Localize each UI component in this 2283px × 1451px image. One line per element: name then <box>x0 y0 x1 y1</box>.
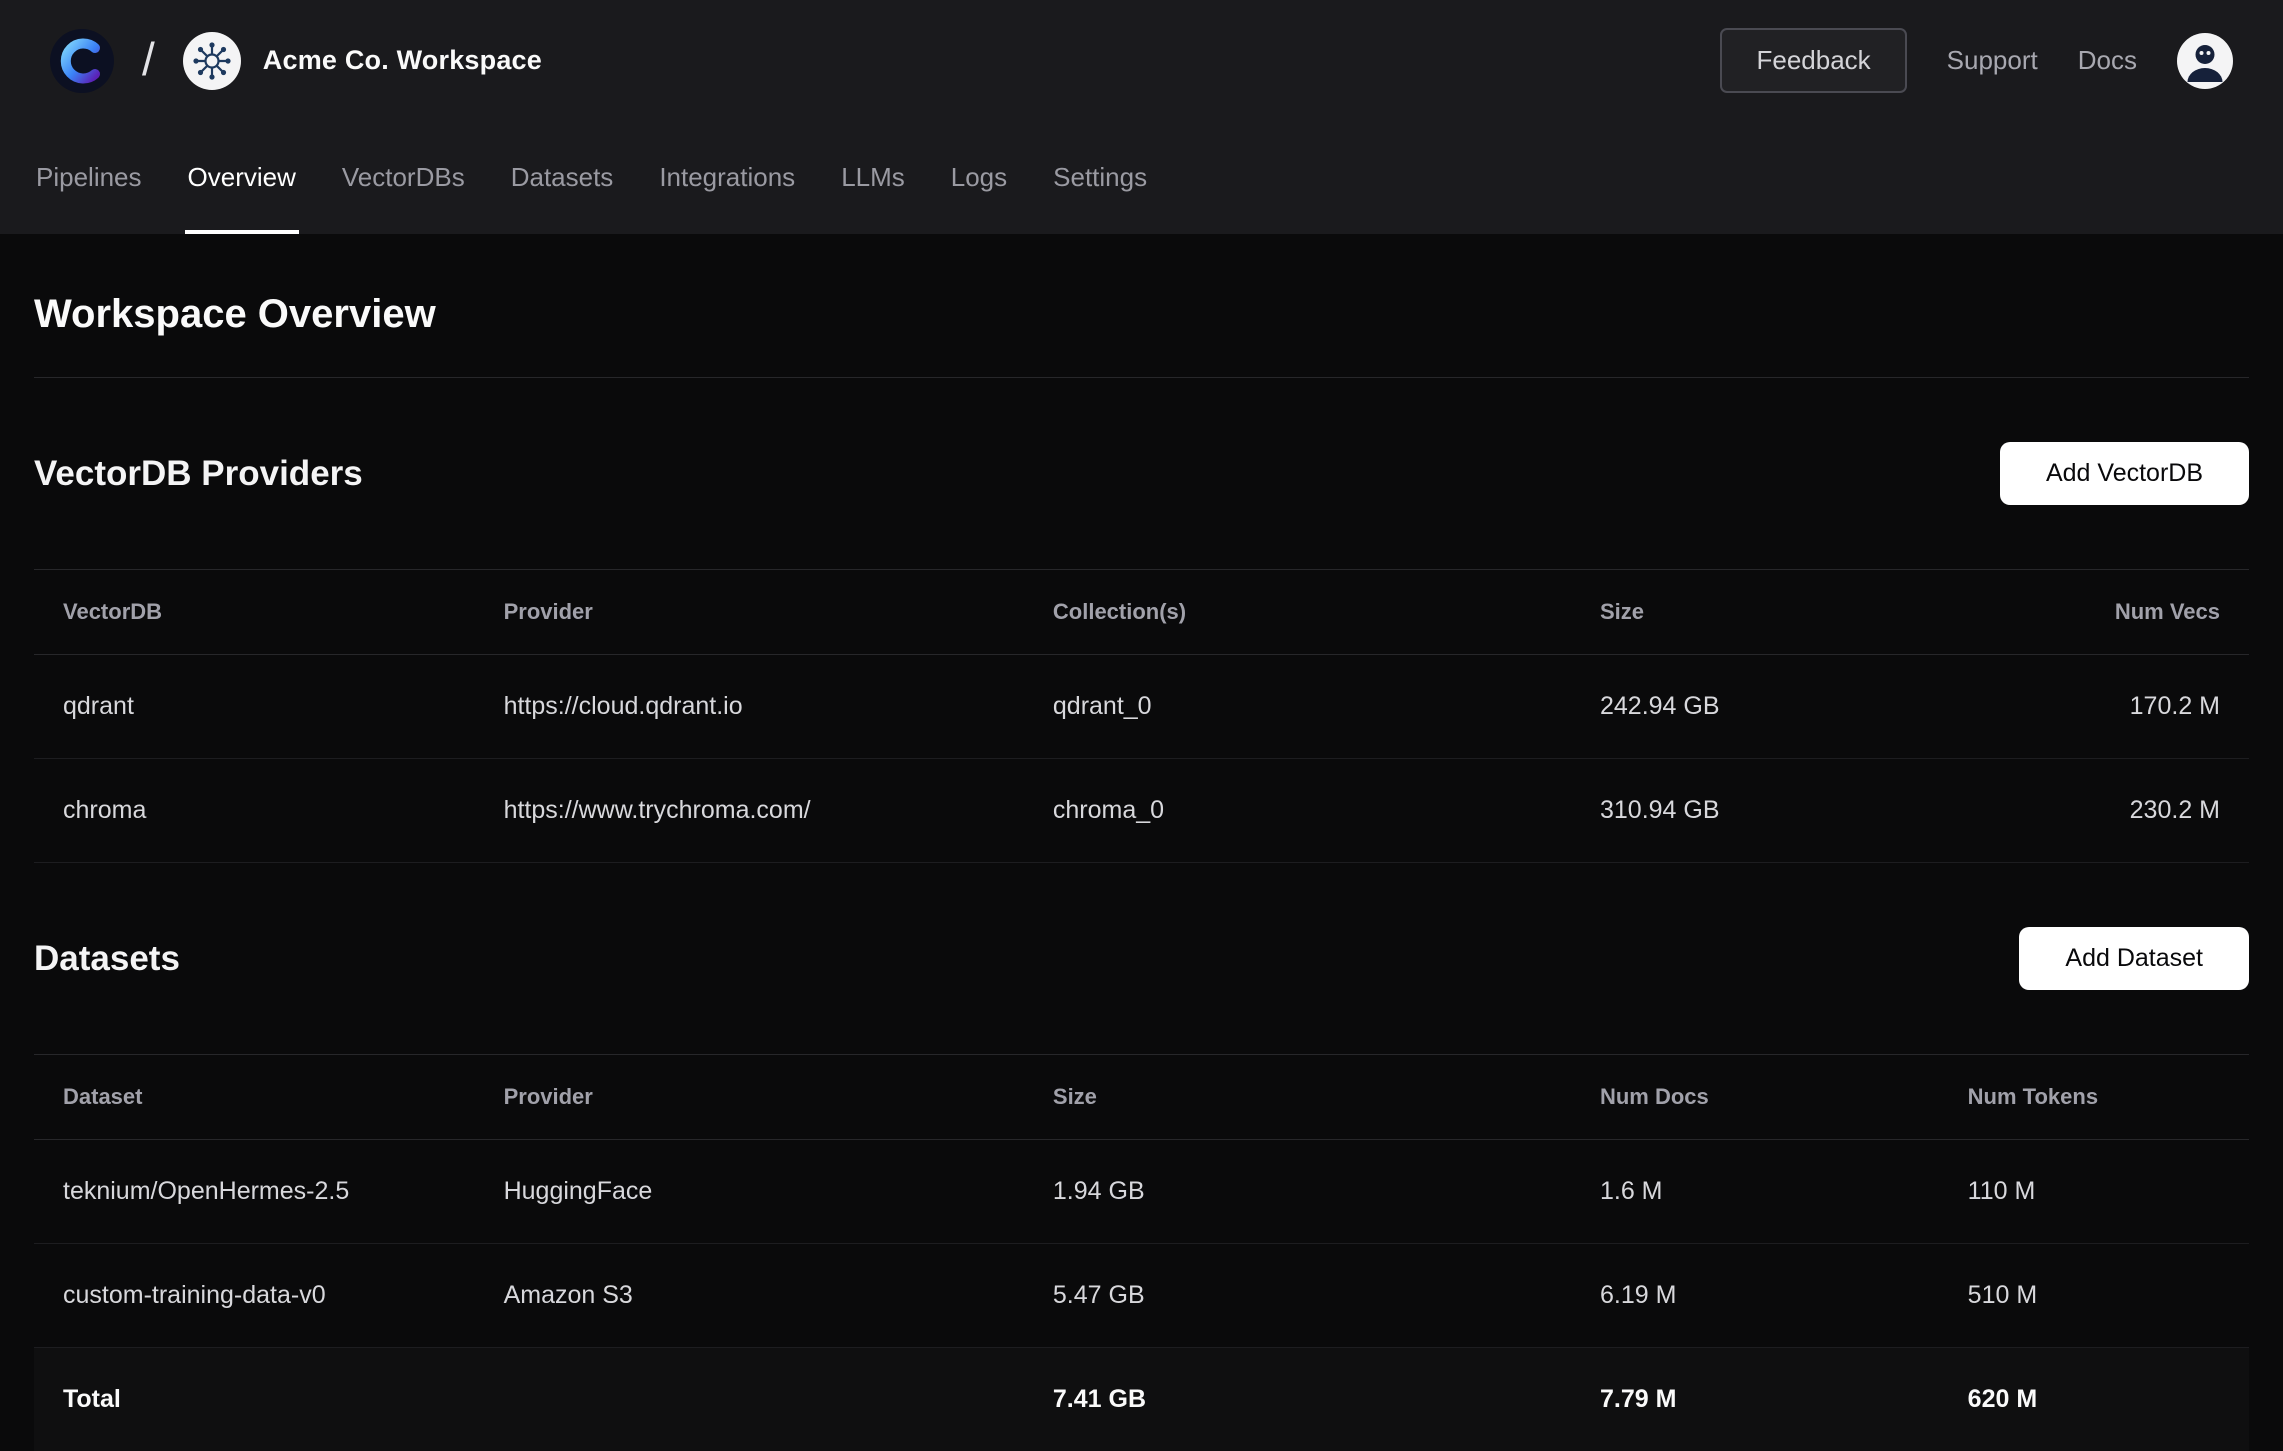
table-row: teknium/OpenHermes-2.5 HuggingFace 1.94 … <box>34 1140 2249 1244</box>
cell-num-docs: 6.19 M <box>1600 1244 1968 1348</box>
cell-dataset-name: custom-training-data-v0 <box>34 1244 504 1348</box>
tab-vectordbs[interactable]: VectorDBs <box>342 121 465 234</box>
support-link[interactable]: Support <box>1947 45 2038 76</box>
col-header-provider: Provider <box>504 1055 1053 1140</box>
table-row: custom-training-data-v0 Amazon S3 5.47 G… <box>34 1244 2249 1348</box>
cell-dataset-name: teknium/OpenHermes-2.5 <box>34 1140 504 1244</box>
col-header-provider: Provider <box>504 570 1053 655</box>
cell-vectordb-name: qdrant <box>34 655 504 759</box>
cell-empty <box>504 1348 1053 1451</box>
datasets-section-title: Datasets <box>34 939 180 979</box>
cell-size: 1.94 GB <box>1053 1140 1600 1244</box>
tab-overview[interactable]: Overview <box>188 121 296 234</box>
cell-num-docs: 1.6 M <box>1600 1140 1968 1244</box>
cell-vectordb-name: chroma <box>34 759 504 863</box>
main-content: Workspace Overview VectorDB Providers Ad… <box>0 292 2283 1451</box>
page-title: Workspace Overview <box>34 292 2249 337</box>
brand-group: / Acme Co. Workspace <box>50 29 542 93</box>
feedback-button[interactable]: Feedback <box>1720 28 1906 93</box>
tab-integrations[interactable]: Integrations <box>659 121 795 234</box>
cell-total-num-docs: 7.79 M <box>1600 1348 1968 1451</box>
cell-total-label: Total <box>34 1348 504 1451</box>
col-header-num-tokens: Num Tokens <box>1968 1055 2249 1140</box>
col-header-num-vecs: Num Vecs <box>1932 570 2249 655</box>
table-row: chroma https://www.trychroma.com/ chroma… <box>34 759 2249 863</box>
company-logo-icon[interactable] <box>50 29 114 93</box>
user-avatar-icon[interactable] <box>2177 33 2233 89</box>
top-chrome: / Acme Co. Workspace <box>0 0 2283 234</box>
datasets-table-head: Dataset Provider Size Num Docs Num Token… <box>34 1055 2249 1140</box>
cell-size: 5.47 GB <box>1053 1244 1600 1348</box>
tab-pipelines[interactable]: Pipelines <box>36 121 142 234</box>
cell-size: 242.94 GB <box>1600 655 1932 759</box>
tab-datasets[interactable]: Datasets <box>511 121 614 234</box>
cell-num-tokens: 110 M <box>1968 1140 2249 1244</box>
tab-logs[interactable]: Logs <box>951 121 1007 234</box>
vectordb-table: VectorDB Provider Collection(s) Size Num… <box>34 569 2249 863</box>
main-nav: Pipelines Overview VectorDBs Datasets In… <box>0 121 2283 234</box>
cell-provider-url: https://cloud.qdrant.io <box>504 655 1053 759</box>
col-header-num-docs: Num Docs <box>1600 1055 1968 1140</box>
breadcrumb-separator: / <box>142 32 155 86</box>
header: / Acme Co. Workspace <box>0 0 2283 121</box>
cell-num-tokens: 510 M <box>1968 1244 2249 1348</box>
docs-link[interactable]: Docs <box>2078 45 2137 76</box>
cell-num-vecs: 170.2 M <box>1932 655 2249 759</box>
cell-total-num-tokens: 620 M <box>1968 1348 2249 1451</box>
cell-size: 310.94 GB <box>1600 759 1932 863</box>
vectordb-section-title: VectorDB Providers <box>34 454 363 494</box>
tab-llms[interactable]: LLMs <box>841 121 905 234</box>
table-row: qdrant https://cloud.qdrant.io qdrant_0 … <box>34 655 2249 759</box>
cell-num-vecs: 230.2 M <box>1932 759 2249 863</box>
header-actions: Feedback Support Docs <box>1720 28 2233 93</box>
add-vectordb-button[interactable]: Add VectorDB <box>2000 442 2249 505</box>
cell-provider: Amazon S3 <box>504 1244 1053 1348</box>
cell-provider: HuggingFace <box>504 1140 1053 1244</box>
col-header-dataset: Dataset <box>34 1055 504 1140</box>
workspace-avatar-icon[interactable] <box>183 32 241 90</box>
title-divider <box>34 377 2249 378</box>
datasets-table: Dataset Provider Size Num Docs Num Token… <box>34 1054 2249 1451</box>
cell-collections: qdrant_0 <box>1053 655 1600 759</box>
col-header-collections: Collection(s) <box>1053 570 1600 655</box>
add-dataset-button[interactable]: Add Dataset <box>2019 927 2249 990</box>
cell-total-size: 7.41 GB <box>1053 1348 1600 1451</box>
datasets-section-header: Datasets Add Dataset <box>34 927 2249 990</box>
tab-settings[interactable]: Settings <box>1053 121 1147 234</box>
col-header-size: Size <box>1600 570 1932 655</box>
total-row: Total 7.41 GB 7.79 M 620 M <box>34 1348 2249 1451</box>
cell-provider-url: https://www.trychroma.com/ <box>504 759 1053 863</box>
vectordb-table-body: qdrant https://cloud.qdrant.io qdrant_0 … <box>34 655 2249 863</box>
vectordb-table-head: VectorDB Provider Collection(s) Size Num… <box>34 570 2249 655</box>
col-header-size: Size <box>1053 1055 1600 1140</box>
datasets-table-body: teknium/OpenHermes-2.5 HuggingFace 1.94 … <box>34 1140 2249 1451</box>
cell-collections: chroma_0 <box>1053 759 1600 863</box>
col-header-vectordb: VectorDB <box>34 570 504 655</box>
workspace-name: Acme Co. Workspace <box>263 45 542 76</box>
table-header-row: Dataset Provider Size Num Docs Num Token… <box>34 1055 2249 1140</box>
table-header-row: VectorDB Provider Collection(s) Size Num… <box>34 570 2249 655</box>
vectordb-section-header: VectorDB Providers Add VectorDB <box>34 442 2249 505</box>
